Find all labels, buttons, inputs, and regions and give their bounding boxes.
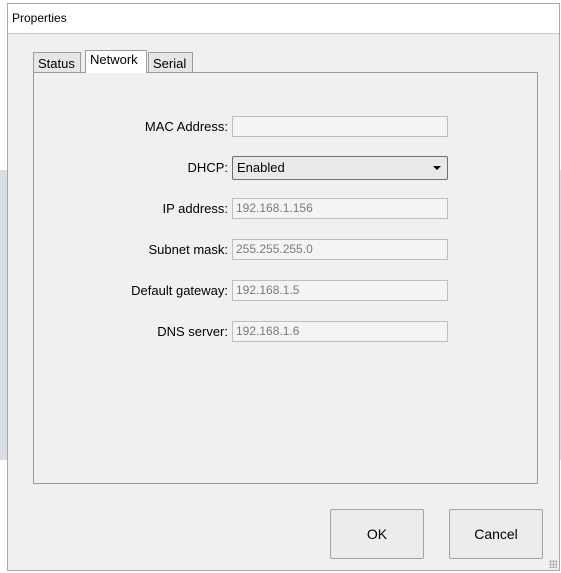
tab-serial[interactable]: Serial [148,52,193,73]
dhcp-selected-value: Enabled [237,160,285,175]
title-bar[interactable]: Properties [8,4,559,34]
ip-address-field[interactable]: 192.168.1.156 [232,198,448,219]
ok-button-label: OK [366,526,388,542]
mac-address-field[interactable] [232,116,448,137]
chevron-down-icon [433,166,441,170]
mac-address-label: MAC Address: [144,119,228,134]
tab-network-label: Network [90,52,138,67]
network-tab-panel: MAC Address: DHCP: IP address: Subnet ma… [33,72,538,484]
tab-serial-label: Serial [153,56,187,71]
ip-address-label: IP address: [162,201,228,216]
subnet-mask-field[interactable]: 255.255.255.0 [232,239,448,260]
resize-grip-icon[interactable] [549,560,557,568]
default-gateway-label: Default gateway: [131,283,228,298]
default-gateway-field[interactable]: 192.168.1.5 [232,280,448,301]
properties-dialog: Properties Status Network Serial MAC Add… [7,3,560,571]
subnet-mask-label: Subnet mask: [148,242,229,257]
ok-button[interactable]: OK [330,509,424,559]
dhcp-label: DHCP: [187,160,228,175]
tab-network[interactable]: Network [85,50,147,73]
tab-status-label: Status [38,56,75,71]
cancel-button[interactable]: Cancel [449,509,543,559]
window-title: Properties [12,11,67,25]
tab-status[interactable]: Status [33,52,81,73]
dns-server-label: DNS server: [157,324,228,339]
dhcp-select[interactable]: Enabled [232,156,448,180]
dns-server-field[interactable]: 192.168.1.6 [232,321,448,342]
cancel-button-label: Cancel [474,526,518,542]
